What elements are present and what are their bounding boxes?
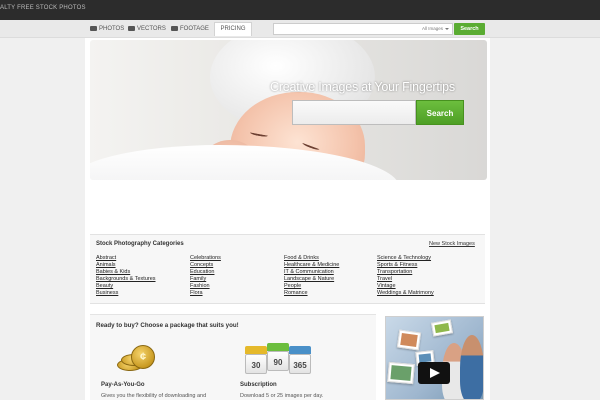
category-link[interactable]: Animals (96, 262, 156, 269)
top-search-input[interactable]: All Images (273, 23, 453, 35)
photo-thumb (387, 361, 415, 385)
tab-footage[interactable]: FOOTAGE (171, 23, 209, 35)
category-link[interactable]: Babies & Kids (96, 269, 156, 276)
new-stock-images-link[interactable]: New Stock Images (429, 241, 475, 247)
category-link[interactable]: People (284, 283, 339, 290)
person-image (460, 335, 483, 399)
category-link[interactable]: Flora (190, 290, 221, 297)
calendar-icon: 30 90 365 (243, 343, 313, 376)
calendar-tab (245, 346, 267, 354)
package-name[interactable]: Subscription (240, 382, 277, 388)
category-link[interactable]: Weddings & Matrimony (377, 290, 434, 297)
tab-vectors[interactable]: VECTORS (128, 23, 166, 35)
category-link[interactable]: Science & Technology (377, 255, 434, 262)
camera-icon (90, 25, 97, 31)
hero-search-button[interactable]: Search (416, 100, 464, 125)
categories-title: Stock Photography Categories (96, 241, 184, 247)
category-link[interactable]: Business (96, 290, 156, 297)
film-icon (171, 25, 178, 31)
top-search-button[interactable]: Search (454, 23, 485, 35)
category-column: Food & Drinks Healthcare & Medicine IT &… (284, 255, 339, 297)
calendar-number: 90 (267, 351, 289, 371)
category-link[interactable]: Vintage (377, 283, 434, 290)
category-link[interactable]: Healthcare & Medicine (284, 262, 339, 269)
vector-icon (128, 25, 135, 31)
tab-photos-label: PHOTOS (99, 26, 125, 32)
packages-title: Ready to buy? Choose a package that suit… (96, 322, 239, 329)
package-description: Gives you the flexibility of downloading… (101, 393, 207, 399)
category-link[interactable]: Celebrations (190, 255, 221, 262)
tab-vectors-label: VECTORS (137, 26, 166, 32)
photo-thumb (430, 319, 454, 337)
category-link[interactable]: Backgrounds & Textures (96, 276, 156, 283)
category-link[interactable]: Abstract (96, 255, 156, 262)
category-link[interactable]: Sports & Fitness (377, 262, 434, 269)
category-link[interactable]: Romance (284, 290, 339, 297)
chevron-down-icon (445, 27, 449, 30)
tab-photos[interactable]: PHOTOS (90, 23, 124, 35)
category-link[interactable]: Concepts (190, 262, 221, 269)
category-column: Celebrations Concepts Education Family F… (190, 255, 221, 297)
category-column: Abstract Animals Babies & Kids Backgroun… (96, 255, 156, 297)
package-name[interactable]: Pay-As-You-Go (101, 382, 145, 388)
category-link[interactable]: Education (190, 269, 221, 276)
brand-tagline: ALTY FREE STOCK PHOTOS (0, 5, 86, 11)
photo-thumb (396, 329, 422, 351)
calendar-tab (289, 346, 311, 354)
tab-footage-label: FOOTAGE (180, 26, 209, 32)
category-link[interactable]: Fashion (190, 283, 221, 290)
promo-video[interactable] (385, 316, 484, 400)
search-type-value: All Images (421, 26, 443, 31)
search-type-select[interactable]: All Images (422, 24, 449, 34)
package-description: Download 5 or 25 images per day. (240, 393, 324, 399)
category-link[interactable]: Food & Drinks (284, 255, 339, 262)
category-link[interactable]: IT & Communication (284, 269, 339, 276)
tab-pricing[interactable]: PRICING (214, 22, 252, 36)
category-link[interactable]: Beauty (96, 283, 156, 290)
category-link[interactable]: Transportation (377, 269, 434, 276)
top-bar: ALTY FREE STOCK PHOTOS (0, 0, 600, 20)
hero-title: Creative Images at Your Fingertips (270, 80, 455, 94)
coin-face-shape: ¢ (131, 345, 155, 369)
category-link[interactable]: Family (190, 276, 221, 283)
coins-icon: ¢ (115, 345, 157, 373)
calendar-number: 365 (289, 354, 311, 374)
category-link[interactable]: Landscape & Nature (284, 276, 339, 283)
calendar-tab (267, 343, 289, 351)
category-link[interactable]: Travel (377, 276, 434, 283)
hero-search-input[interactable] (292, 100, 416, 125)
play-icon[interactable] (418, 362, 450, 384)
calendar-number: 30 (245, 354, 267, 374)
category-column: Science & Technology Sports & Fitness Tr… (377, 255, 434, 297)
nav-bar: PHOTOS VECTORS FOOTAGE PRICING All Image… (0, 20, 600, 38)
